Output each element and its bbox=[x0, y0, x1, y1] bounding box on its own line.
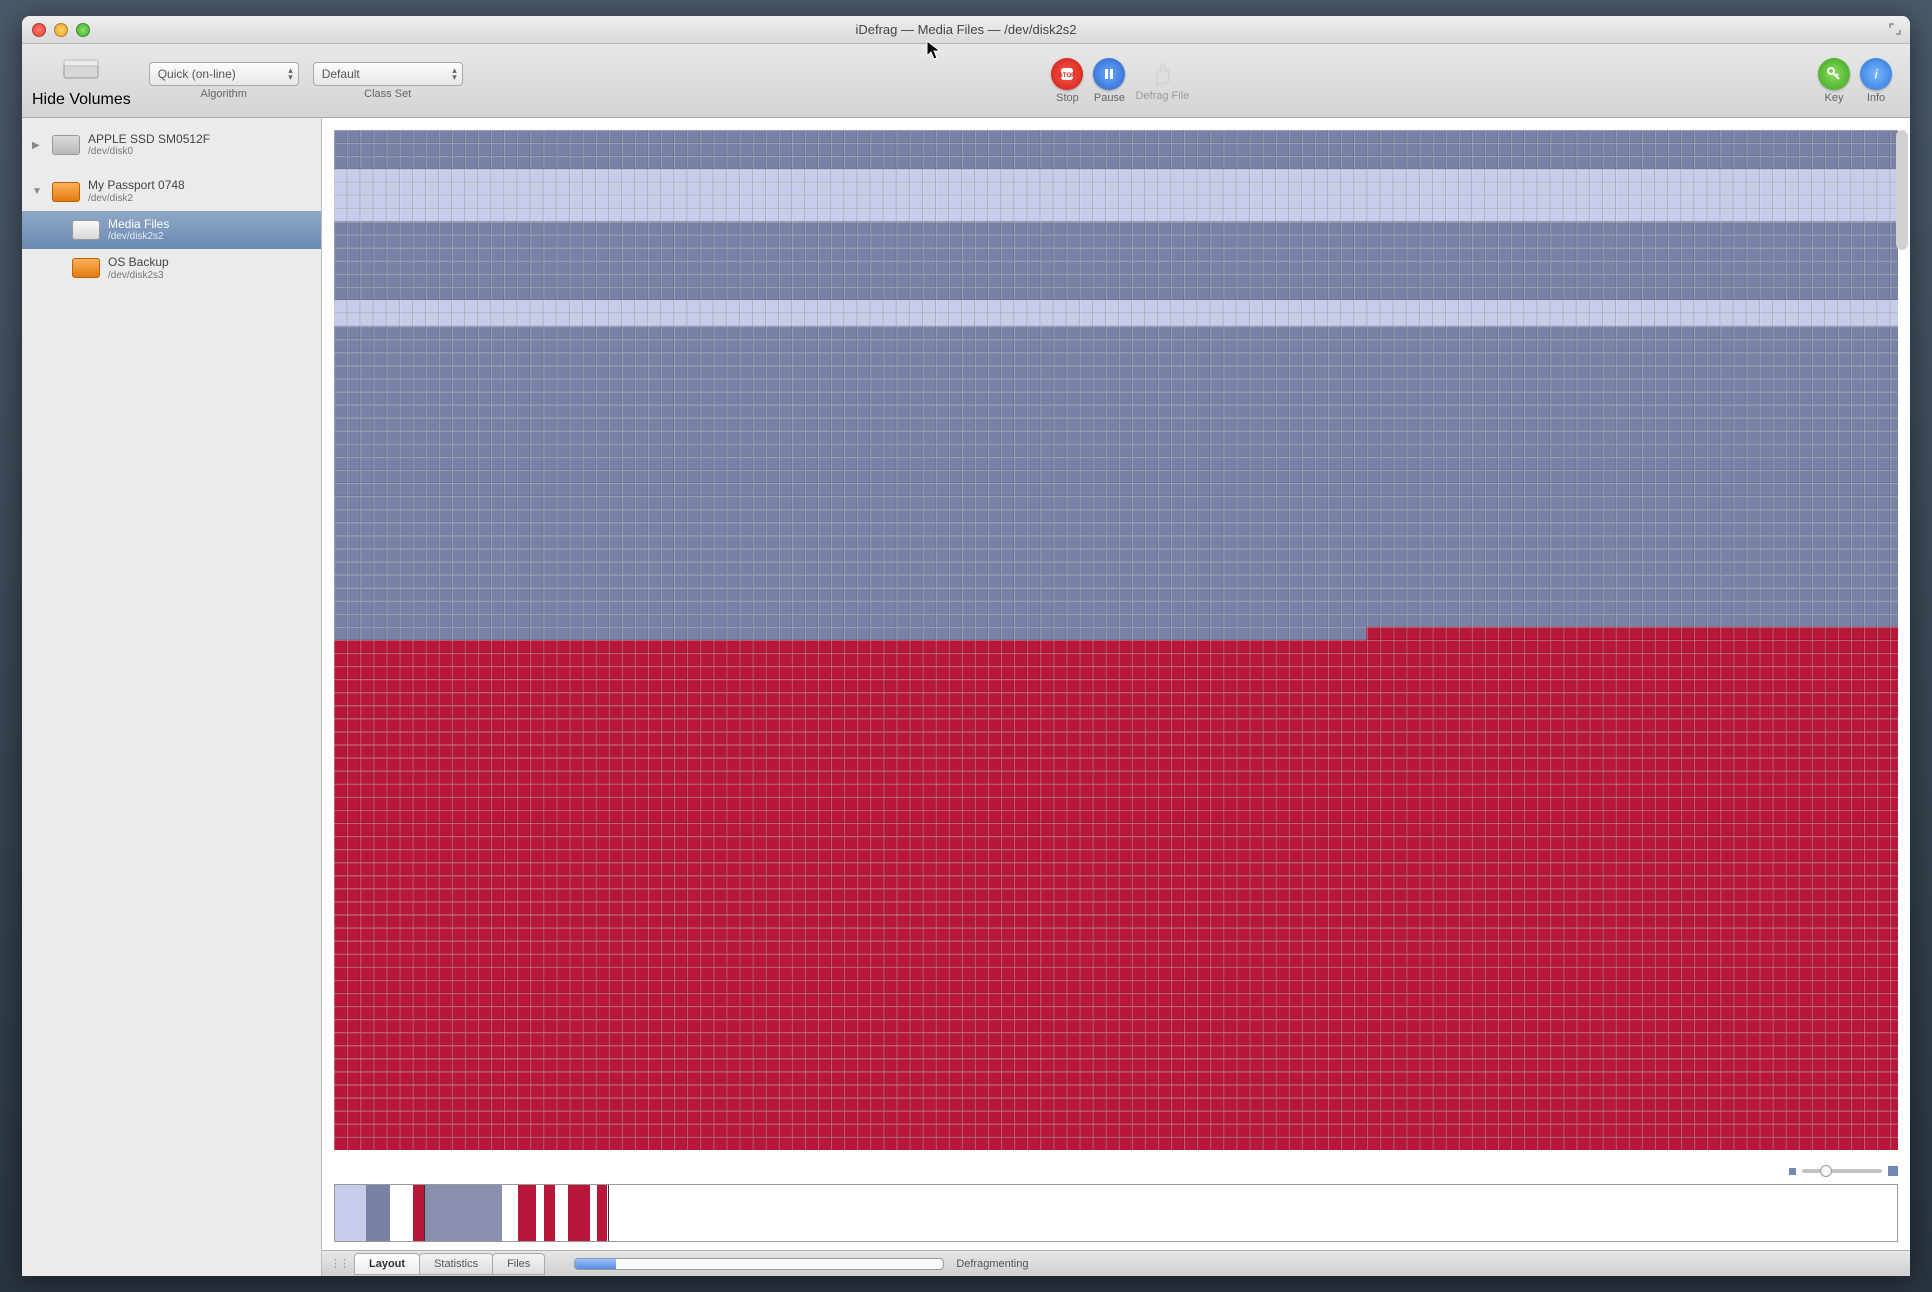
toolbar: Hide Volumes Quick (on-line) ▴▾ Algorith… bbox=[22, 44, 1910, 118]
disk-path: /dev/disk0 bbox=[88, 146, 210, 158]
sidebar: ▶ APPLE SSD SM0512F /dev/disk0 ▼ My Pass… bbox=[22, 118, 322, 1276]
chevron-updown-icon: ▴▾ bbox=[288, 67, 293, 81]
status-text: Defragmenting bbox=[956, 1258, 1028, 1270]
drive-icon bbox=[60, 52, 102, 88]
classset-label: Class Set bbox=[364, 88, 411, 100]
blockmap[interactable] bbox=[334, 130, 1898, 1150]
defrag-file-button[interactable]: Defrag File bbox=[1135, 58, 1189, 102]
hide-volumes-label: Hide Volumes bbox=[32, 91, 131, 109]
sidebar-volume-media-files[interactable]: Media Files /dev/disk2s2 bbox=[22, 211, 321, 249]
content-area: ⋮⋮ Layout Statistics Files Defragmenting bbox=[322, 118, 1910, 1276]
pause-label: Pause bbox=[1094, 92, 1125, 104]
drive-external-icon bbox=[52, 182, 80, 202]
grip-icon[interactable]: ⋮⋮ bbox=[330, 1257, 340, 1270]
stop-icon: STOP bbox=[1051, 58, 1083, 90]
drive-volume-icon bbox=[72, 258, 100, 278]
window-title: iDefrag — Media Files — /dev/disk2s2 bbox=[22, 22, 1910, 37]
volume-name: OS Backup bbox=[108, 255, 169, 269]
key-label: Key bbox=[1825, 92, 1844, 104]
key-icon bbox=[1818, 58, 1850, 90]
disclosure-triangle-icon[interactable]: ▶ bbox=[32, 140, 44, 151]
app-window: iDefrag — Media Files — /dev/disk2s2 Hid… bbox=[22, 16, 1910, 1276]
disclosure-triangle-icon[interactable]: ▼ bbox=[32, 186, 44, 197]
tab-layout[interactable]: Layout bbox=[354, 1253, 420, 1275]
overview-strip[interactable] bbox=[334, 1184, 1898, 1242]
zoom-knob[interactable] bbox=[1820, 1165, 1832, 1177]
zoom-in-icon[interactable] bbox=[1888, 1166, 1898, 1176]
pause-button[interactable]: Pause bbox=[1093, 58, 1125, 104]
bottom-tabbar: ⋮⋮ Layout Statistics Files Defragmenting bbox=[322, 1250, 1910, 1276]
info-button[interactable]: i Info bbox=[1860, 58, 1892, 104]
main-split: ▶ APPLE SSD SM0512F /dev/disk0 ▼ My Pass… bbox=[22, 118, 1910, 1276]
hand-icon bbox=[1147, 58, 1177, 88]
zoom-slider[interactable] bbox=[1802, 1169, 1882, 1173]
volume-name: Media Files bbox=[108, 217, 169, 231]
pause-icon bbox=[1093, 58, 1125, 90]
info-icon: i bbox=[1860, 58, 1892, 90]
drive-internal-icon bbox=[52, 135, 80, 155]
zoom-controls bbox=[322, 1162, 1910, 1180]
algorithm-value: Quick (on-line) bbox=[158, 67, 236, 81]
sidebar-disk-apple-ssd[interactable]: ▶ APPLE SSD SM0512F /dev/disk0 bbox=[22, 126, 321, 164]
zoom-out-icon[interactable] bbox=[1789, 1168, 1796, 1175]
svg-text:STOP: STOP bbox=[1059, 73, 1075, 79]
progress-fill bbox=[575, 1259, 615, 1269]
overview-container bbox=[322, 1180, 1910, 1250]
titlebar: iDefrag — Media Files — /dev/disk2s2 bbox=[22, 16, 1910, 44]
progress-bar bbox=[574, 1258, 944, 1270]
stop-button[interactable]: STOP Stop bbox=[1051, 58, 1083, 104]
hide-volumes-button[interactable]: Hide Volumes bbox=[32, 52, 131, 109]
disk-path: /dev/disk2 bbox=[88, 193, 185, 205]
volume-path: /dev/disk2s3 bbox=[108, 270, 169, 282]
disk-name: APPLE SSD SM0512F bbox=[88, 132, 210, 146]
drive-volume-icon bbox=[72, 220, 100, 240]
sidebar-disk-passport[interactable]: ▼ My Passport 0748 /dev/disk2 bbox=[22, 172, 321, 210]
tab-statistics[interactable]: Statistics bbox=[419, 1253, 493, 1275]
key-button[interactable]: Key bbox=[1818, 58, 1850, 104]
classset-value: Default bbox=[322, 67, 360, 81]
tab-files[interactable]: Files bbox=[492, 1253, 545, 1275]
volume-path: /dev/disk2s2 bbox=[108, 231, 169, 243]
defrag-file-label: Defrag File bbox=[1135, 90, 1189, 102]
info-label: Info bbox=[1867, 92, 1885, 104]
algorithm-select[interactable]: Quick (on-line) ▴▾ bbox=[149, 62, 299, 86]
chevron-updown-icon: ▴▾ bbox=[452, 67, 457, 81]
disk-name: My Passport 0748 bbox=[88, 178, 185, 192]
classset-select[interactable]: Default ▴▾ bbox=[313, 62, 463, 86]
svg-text:i: i bbox=[1874, 66, 1878, 82]
scrollbar[interactable] bbox=[1896, 130, 1908, 250]
fullscreen-button[interactable] bbox=[1888, 22, 1902, 36]
algorithm-label: Algorithm bbox=[200, 88, 246, 100]
stop-label: Stop bbox=[1056, 92, 1079, 104]
blockmap-container bbox=[322, 118, 1910, 1162]
sidebar-volume-os-backup[interactable]: OS Backup /dev/disk2s3 bbox=[22, 249, 321, 287]
